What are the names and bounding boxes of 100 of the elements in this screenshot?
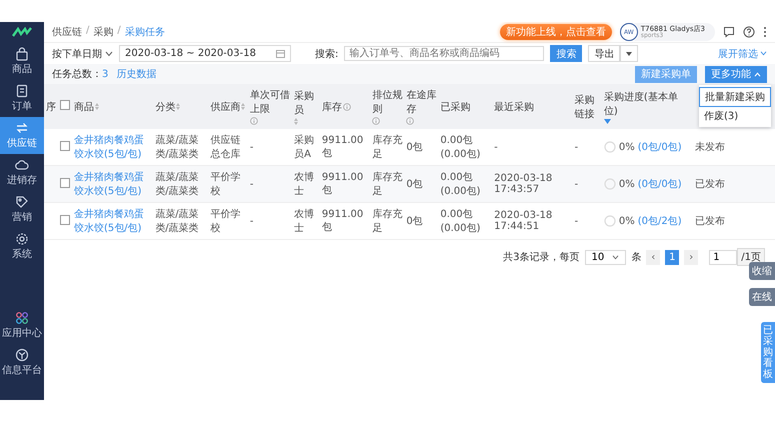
table-cell: 0包	[406, 179, 423, 190]
table-cell: 0.00包(0.00包)	[440, 172, 480, 197]
message-icon[interactable]	[723, 26, 735, 38]
sidebar-item[interactable]: 系统	[0, 228, 44, 265]
chevron-icon	[754, 72, 761, 76]
record-count: 共3条记录，每页	[503, 250, 580, 264]
table-cell: 已发布	[695, 216, 725, 227]
sidebar-item[interactable]: 订单	[0, 80, 44, 117]
progress-quantity-link[interactable]: (0包/0包)	[638, 177, 682, 191]
sidebar-item[interactable]: 商品	[0, 43, 44, 80]
export-button[interactable]: 导出	[588, 45, 620, 62]
sort-icon[interactable]	[176, 103, 180, 110]
column-header: 在途库存	[404, 84, 438, 129]
table-cell: 9911.00包	[322, 208, 364, 232]
info-icon	[342, 102, 351, 110]
table-cell: 农博士	[294, 172, 314, 197]
table-cell: 蔬菜/蔬菜类/蔬菜类	[155, 172, 199, 197]
expand-filters-link[interactable]: 展开筛选	[718, 46, 767, 60]
table-cell: 蔬菜/蔬菜类/蔬菜类	[155, 135, 199, 160]
table-cell: 平价学校	[210, 172, 240, 197]
sort-icon[interactable]	[241, 103, 246, 110]
info-icon	[372, 117, 380, 125]
bag-icon	[15, 47, 29, 61]
date-type-dropdown[interactable]: 按下单日期	[52, 46, 113, 60]
table-cell: 2020-03-18 17:44:51	[494, 210, 552, 232]
row-checkbox[interactable]	[60, 140, 70, 150]
column-header: 分类	[153, 84, 208, 129]
side-tab[interactable]: 在线	[749, 288, 775, 306]
menu-item[interactable]: 批量新建采购	[699, 86, 771, 106]
caret-icon	[626, 52, 632, 56]
select-all-checkbox[interactable]	[60, 100, 70, 110]
column-header: 已采购	[438, 84, 492, 129]
export-menu-button[interactable]	[620, 45, 638, 62]
table-cell: -	[574, 216, 578, 226]
task-count: 任务总数：3	[52, 68, 108, 81]
search-label: 搜索:	[314, 48, 338, 60]
history-link[interactable]: 历史数据	[116, 67, 156, 81]
sidebar-item[interactable]: 供应链	[0, 117, 44, 154]
table-cell: 农博士	[294, 209, 314, 234]
page-button[interactable]: 1	[665, 250, 680, 264]
product-link[interactable]: 金井猪肉餐鸡蛋饺水饺(5包/包)	[74, 133, 152, 161]
table-cell: 未发布	[695, 142, 725, 153]
hub-icon	[15, 348, 29, 362]
column-header: 采购链接	[572, 84, 602, 129]
side-tab[interactable]: 收缩	[749, 262, 775, 280]
breadcrumb-link[interactable]: 采购	[93, 25, 114, 39]
table-cell: 9911.00包	[322, 134, 364, 158]
filter-icon[interactable]	[604, 118, 611, 124]
table-cell: 库存充足	[372, 135, 402, 160]
sidebar-item[interactable]: 信息平台	[0, 344, 44, 381]
menu-item[interactable]: 作废(3)	[699, 106, 771, 124]
table-cell: 平价学校	[210, 209, 240, 234]
column-header: 供应商	[208, 84, 248, 129]
search-field[interactable]: 输入订单号、商品名称或商品编码	[344, 46, 544, 61]
table-cell: -	[250, 216, 254, 226]
table-cell: 9911.00包	[322, 172, 364, 196]
breadcrumb-separator: /	[86, 25, 90, 38]
table-cell: -	[250, 142, 254, 152]
swap-icon	[15, 121, 29, 135]
table-cell: 供应链总仓库	[210, 135, 240, 160]
search-button[interactable]: 搜索	[550, 45, 582, 62]
table-cell: 库存充足	[372, 172, 402, 197]
table-cell: 库存充足	[372, 209, 402, 234]
info-icon	[406, 117, 414, 125]
sort-icon[interactable]	[95, 103, 99, 110]
column-header: 采购进度(基本单位)	[602, 84, 693, 129]
progress-quantity-link[interactable]: (0包/0包)	[638, 140, 682, 154]
previous-page-button[interactable]: ‹	[646, 250, 660, 264]
logo-icon	[12, 27, 32, 37]
promo-button[interactable]: 新功能上线，点击查看	[500, 24, 612, 40]
progress-percent: 0%	[618, 142, 635, 152]
product-link[interactable]: 金井猪肉餐鸡蛋饺水饺(5包/包)	[74, 207, 152, 235]
row-checkbox[interactable]	[60, 214, 70, 224]
page-size-unit: 条	[631, 251, 642, 264]
progress-percent: 0%	[618, 216, 635, 226]
sidebar-item[interactable]: 进销存	[0, 154, 44, 191]
table-cell: 0包	[406, 216, 423, 227]
row-checkbox[interactable]	[60, 178, 70, 188]
next-page-button[interactable]: ›	[684, 250, 698, 264]
progress-quantity-link[interactable]: (0包/2包)	[638, 214, 682, 228]
more-icon[interactable]	[763, 26, 767, 38]
column-header: 排位规则	[370, 84, 404, 129]
breadcrumb-link[interactable]: 供应链	[52, 25, 82, 39]
tag-icon	[15, 195, 29, 209]
page-size-dropdown[interactable]: 10	[584, 250, 626, 264]
document-icon	[15, 84, 29, 98]
column-header: 最近采购	[492, 84, 572, 129]
date-range-field[interactable]: 2020-03-18 ~ 2020-03-18	[119, 45, 291, 62]
page-jump-field[interactable]: 1	[709, 250, 738, 264]
more-actions-button[interactable]: 更多功能	[705, 66, 767, 82]
cloud-icon	[15, 158, 29, 172]
table-cell: -	[494, 142, 498, 152]
table-cell: 已发布	[695, 179, 725, 190]
help-icon[interactable]	[743, 26, 755, 38]
sidebar-item[interactable]: 营销	[0, 191, 44, 228]
breadcrumb-link[interactable]: 采购任务	[124, 25, 165, 39]
breadcrumb-separator: /	[117, 25, 121, 38]
column-header: 库存	[320, 84, 370, 129]
column-header: 采购员	[292, 84, 320, 129]
sidebar-item[interactable]: 应用中心	[0, 307, 44, 344]
